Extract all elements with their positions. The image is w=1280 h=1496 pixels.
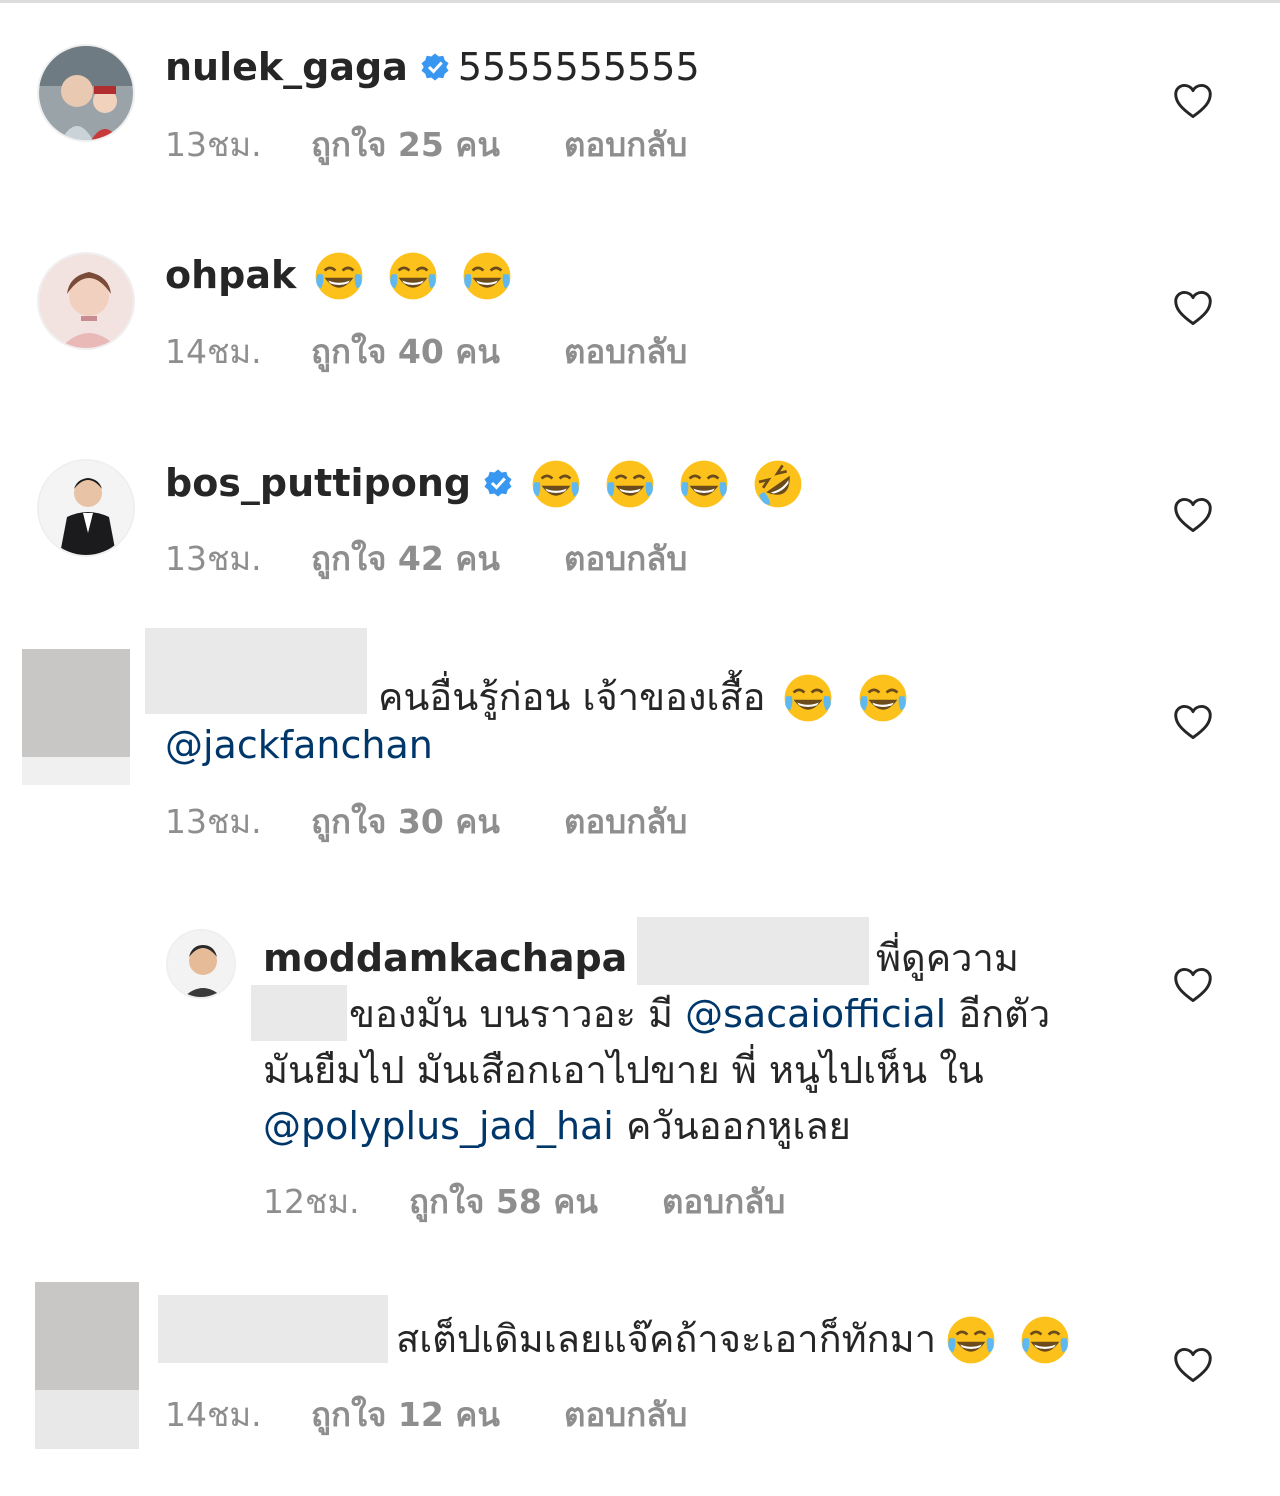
heart-icon[interactable] <box>1172 1346 1214 1384</box>
comment-meta: 13ชม. ถูกใจ 42 คน ตอบกลับ <box>165 532 687 585</box>
comment-meta: 12ชม. ถูกใจ 58 คน ตอบกลับ <box>263 1175 785 1228</box>
reply-button[interactable]: ตอบกลับ <box>662 1175 785 1228</box>
redacted-avatar <box>35 1282 139 1390</box>
timestamp: 14ชม. <box>165 1395 262 1434</box>
mention-link[interactable]: @sacaiofficial <box>685 992 946 1036</box>
avatar[interactable] <box>166 929 236 999</box>
comment-meta: 13ชม. ถูกใจ 25 คน ตอบกลับ <box>165 118 687 171</box>
heart-icon[interactable] <box>1172 496 1214 534</box>
timestamp: 14ชม. <box>165 332 262 371</box>
top-divider <box>0 0 1280 3</box>
redacted-username <box>158 1295 388 1363</box>
heart-icon[interactable] <box>1172 703 1214 741</box>
mention-link[interactable]: @polyplus_jad_hai <box>263 1104 614 1148</box>
rolling-on-floor-laughing-icon <box>754 460 802 507</box>
face-with-tears-of-joy-icon <box>532 460 580 507</box>
face-with-tears-of-joy-icon <box>315 252 363 299</box>
redacted-avatar-bottom <box>35 1390 139 1449</box>
comment-text: ควันออกหูเลย <box>625 1104 851 1148</box>
likes-count[interactable]: ถูกใจ 30 คน <box>311 795 564 848</box>
face-with-tears-of-joy-icon <box>1021 1316 1069 1363</box>
reply-button[interactable]: ตอบกลับ <box>564 532 687 585</box>
username[interactable]: nulek_gaga <box>165 42 408 92</box>
face-with-tears-of-joy-icon <box>859 674 906 721</box>
comment-text: พี่ดูความ <box>876 936 1019 980</box>
likes-count[interactable]: ถูกใจ 58 คน <box>409 1175 662 1228</box>
reply-button[interactable]: ตอบกลับ <box>564 325 687 378</box>
username[interactable]: moddamkachapa <box>263 936 627 980</box>
comment-text: สเต็ปเดิมเลยแจ๊คถ้าจะเอาก็ทักมา <box>396 1317 937 1362</box>
reply-button[interactable]: ตอบกลับ <box>564 1388 687 1441</box>
face-with-tears-of-joy-icon <box>606 460 654 507</box>
timestamp: 13ชม. <box>165 125 262 164</box>
comment-text: คนอื่นรู้ก่อน เจ้าของเสื้อ <box>378 675 766 720</box>
face-with-tears-of-joy-icon <box>947 1316 995 1363</box>
likes-count[interactable]: ถูกใจ 42 คน <box>311 532 564 585</box>
likes-count[interactable]: ถูกใจ 25 คน <box>311 118 564 171</box>
heart-icon[interactable] <box>1172 966 1214 1004</box>
reply-button[interactable]: ตอบกลับ <box>564 795 687 848</box>
heart-icon[interactable] <box>1172 82 1214 120</box>
face-with-tears-of-joy-icon <box>785 674 832 721</box>
timestamp: 13ชม. <box>165 802 262 841</box>
comment-text: ของมัน บนราวอะ มี <box>349 992 674 1036</box>
likes-count[interactable]: ถูกใจ 12 คน <box>311 1388 564 1441</box>
comment-text: อีกตัว <box>958 992 1051 1036</box>
username[interactable]: bos_puttipong <box>165 458 471 508</box>
timestamp: 13ชม. <box>165 539 262 578</box>
mention-link[interactable]: @jackfanchan <box>165 720 433 770</box>
avatar[interactable] <box>37 44 135 142</box>
comment-meta: 14ชม. ถูกใจ 12 คน ตอบกลับ <box>165 1388 687 1441</box>
avatar[interactable] <box>37 459 135 557</box>
face-with-tears-of-joy-icon <box>680 460 728 507</box>
redacted-username <box>145 628 367 714</box>
likes-count[interactable]: ถูกใจ 40 คน <box>311 325 564 378</box>
comment-meta: 14ชม. ถูกใจ 40 คน ตอบกลับ <box>165 325 687 378</box>
verified-badge-icon <box>421 53 449 81</box>
verified-badge-icon <box>484 469 512 497</box>
username[interactable]: ohpak <box>165 250 296 300</box>
comment-meta: 13ชม. ถูกใจ 30 คน ตอบกลับ <box>165 795 687 848</box>
redacted-avatar <box>22 649 130 757</box>
heart-icon[interactable] <box>1172 289 1214 327</box>
face-with-tears-of-joy-icon <box>389 252 437 299</box>
face-with-tears-of-joy-icon <box>464 252 511 299</box>
avatar[interactable] <box>37 252 135 350</box>
redacted-avatar-bottom <box>22 757 130 785</box>
timestamp: 12ชม. <box>263 1182 360 1221</box>
reply-button[interactable]: ตอบกลับ <box>564 118 687 171</box>
comment-text: 5555555555 <box>457 45 700 89</box>
comment-text: มันยืมไป มันเสือกเอาไปขาย พี่ หนูไปเห็น … <box>263 1048 984 1092</box>
